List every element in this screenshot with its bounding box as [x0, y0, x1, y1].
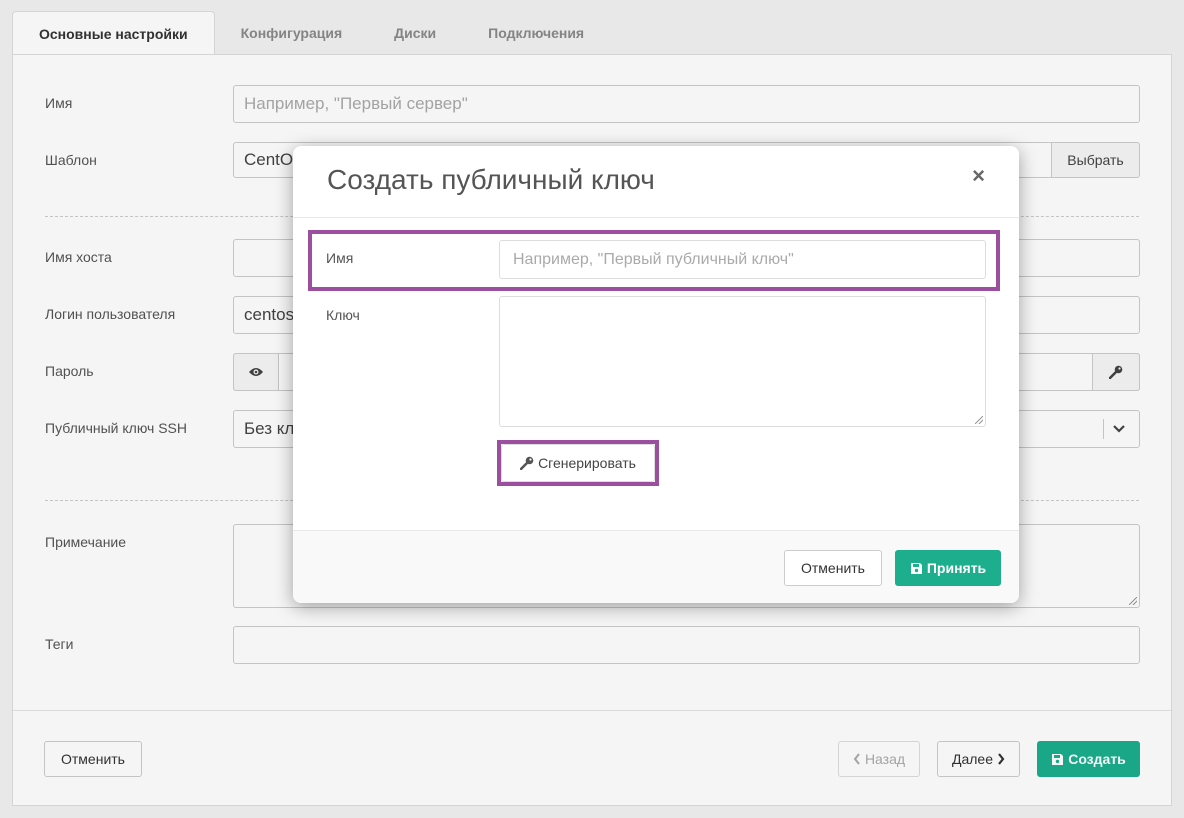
create-public-key-modal: Создать публичный ключ × Имя Например, "…	[293, 146, 1019, 603]
key-label: Ключ	[326, 307, 360, 323]
key-name-label: Имя	[326, 250, 354, 266]
key-textarea[interactable]	[499, 296, 986, 427]
accept-button[interactable]: Принять	[895, 550, 1001, 586]
key-name-placeholder: Например, "Первый публичный ключ"	[513, 250, 794, 268]
close-icon[interactable]: ×	[972, 163, 985, 189]
modal-header: Создать публичный ключ ×	[293, 146, 1019, 218]
save-icon	[910, 562, 923, 575]
key-icon	[520, 456, 534, 470]
generate-button-label: Сгенерировать	[538, 455, 636, 471]
key-name-input[interactable]: Например, "Первый публичный ключ"	[499, 240, 986, 279]
modal-cancel-button[interactable]: Отменить	[784, 550, 882, 586]
generate-key-button[interactable]: Сгенерировать	[501, 444, 655, 482]
accept-button-label: Принять	[926, 560, 987, 576]
modal-cancel-label: Отменить	[801, 560, 865, 576]
modal-footer: Отменить Принять	[293, 530, 1019, 603]
modal-title: Создать публичный ключ	[327, 164, 655, 195]
resize-grip[interactable]	[975, 416, 983, 424]
